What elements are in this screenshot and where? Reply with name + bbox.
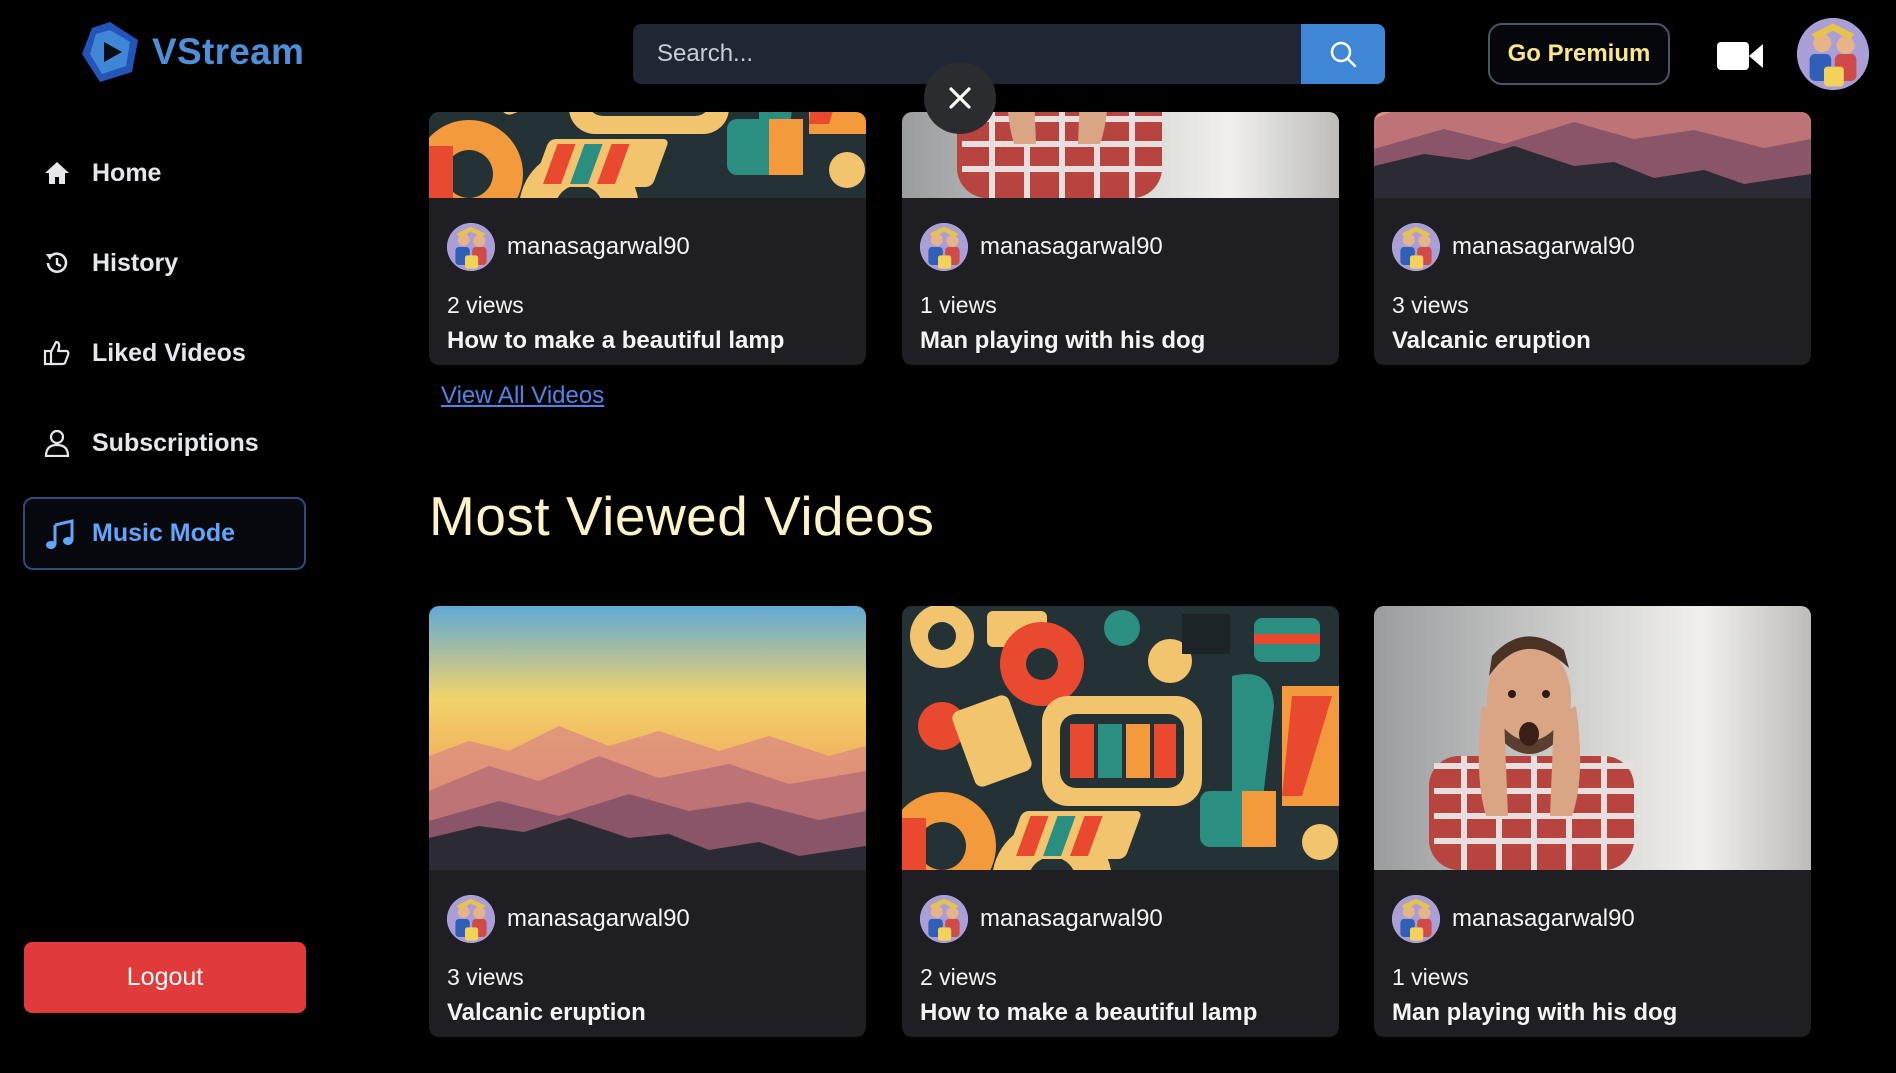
sidebar-item-label: Subscriptions (92, 428, 259, 457)
video-title[interactable]: Man playing with his dog (920, 327, 1321, 355)
video-card[interactable]: manasagarwal90 2 views How to make a bea… (429, 112, 866, 365)
video-thumbnail[interactable] (429, 606, 866, 870)
channel-name[interactable]: manasagarwal90 (507, 905, 690, 933)
view-count: 3 views (1392, 292, 1469, 318)
close-icon (949, 87, 971, 109)
sidebar-item-music-mode[interactable]: Music Mode (23, 497, 306, 570)
logout-button[interactable]: Logout (24, 942, 306, 1013)
video-title[interactable]: Valcanic eruption (447, 999, 848, 1027)
channel-name[interactable]: manasagarwal90 (980, 905, 1163, 933)
video-thumbnail[interactable] (1374, 606, 1811, 870)
vstream-logo-icon (82, 22, 138, 82)
music-note-icon (44, 518, 76, 550)
channel-name[interactable]: manasagarwal90 (1452, 233, 1635, 261)
channel-avatar[interactable] (1392, 895, 1440, 943)
sidebar-item-home[interactable]: Home (42, 158, 161, 188)
video-thumbnail[interactable] (1374, 112, 1811, 198)
channel-avatar[interactable] (447, 223, 495, 271)
sidebar-item-subscriptions[interactable]: Subscriptions (42, 428, 259, 458)
search-icon (1330, 41, 1357, 68)
go-premium-button[interactable]: Go Premium (1488, 23, 1670, 85)
sidebar-item-history[interactable]: History (42, 248, 178, 278)
channel-name[interactable]: manasagarwal90 (1452, 905, 1635, 933)
user-avatar[interactable] (1797, 18, 1869, 90)
app-name: VStream (152, 31, 305, 72)
channel-name[interactable]: manasagarwal90 (507, 233, 690, 261)
video-title[interactable]: How to make a beautiful lamp (447, 327, 848, 355)
home-icon (42, 158, 72, 188)
video-card[interactable]: manasagarwal90 1 views Man playing with … (902, 112, 1339, 365)
thumbs-up-icon (42, 338, 72, 368)
video-title[interactable]: Valcanic eruption (1392, 327, 1793, 355)
close-button[interactable] (924, 62, 996, 134)
video-thumbnail[interactable] (902, 606, 1339, 870)
channel-avatar[interactable] (447, 895, 495, 943)
search-button[interactable] (1301, 24, 1385, 84)
view-count: 2 views (920, 964, 997, 990)
channel-avatar[interactable] (1392, 223, 1440, 271)
view-count: 3 views (447, 964, 524, 990)
video-card[interactable]: manasagarwal90 2 views How to make a bea… (902, 606, 1339, 1037)
sidebar-item-label: History (92, 248, 179, 277)
channel-avatar[interactable] (920, 223, 968, 271)
search-bar (633, 24, 1385, 84)
channel-name[interactable]: manasagarwal90 (980, 233, 1163, 261)
view-count: 1 views (920, 292, 997, 318)
app-page: VStream Go Premium Home (0, 0, 1896, 1073)
video-thumbnail[interactable] (429, 112, 866, 198)
video-camera-icon[interactable] (1717, 40, 1763, 72)
section-title: Most Viewed Videos (429, 485, 935, 547)
sidebar-item-label: Music Mode (92, 519, 236, 547)
channel-avatar[interactable] (920, 895, 968, 943)
video-card[interactable]: manasagarwal90 3 views Valcanic eruption (429, 606, 866, 1037)
sidebar-item-liked-videos[interactable]: Liked Videos (42, 338, 246, 368)
video-title[interactable]: Man playing with his dog (1392, 999, 1793, 1027)
sidebar-item-label: Liked Videos (92, 338, 246, 367)
view-count: 1 views (1392, 964, 1469, 990)
sidebar-item-label: Home (92, 158, 162, 187)
user-icon (42, 428, 72, 458)
video-card[interactable]: manasagarwal90 3 views Valcanic eruption (1374, 112, 1811, 365)
view-count: 2 views (447, 292, 524, 318)
video-title[interactable]: How to make a beautiful lamp (920, 999, 1321, 1027)
app-logo[interactable]: VStream (78, 20, 304, 84)
history-icon (42, 248, 72, 278)
view-all-videos-link[interactable]: View All Videos (441, 382, 604, 410)
video-card[interactable]: manasagarwal90 1 views Man playing with … (1374, 606, 1811, 1037)
